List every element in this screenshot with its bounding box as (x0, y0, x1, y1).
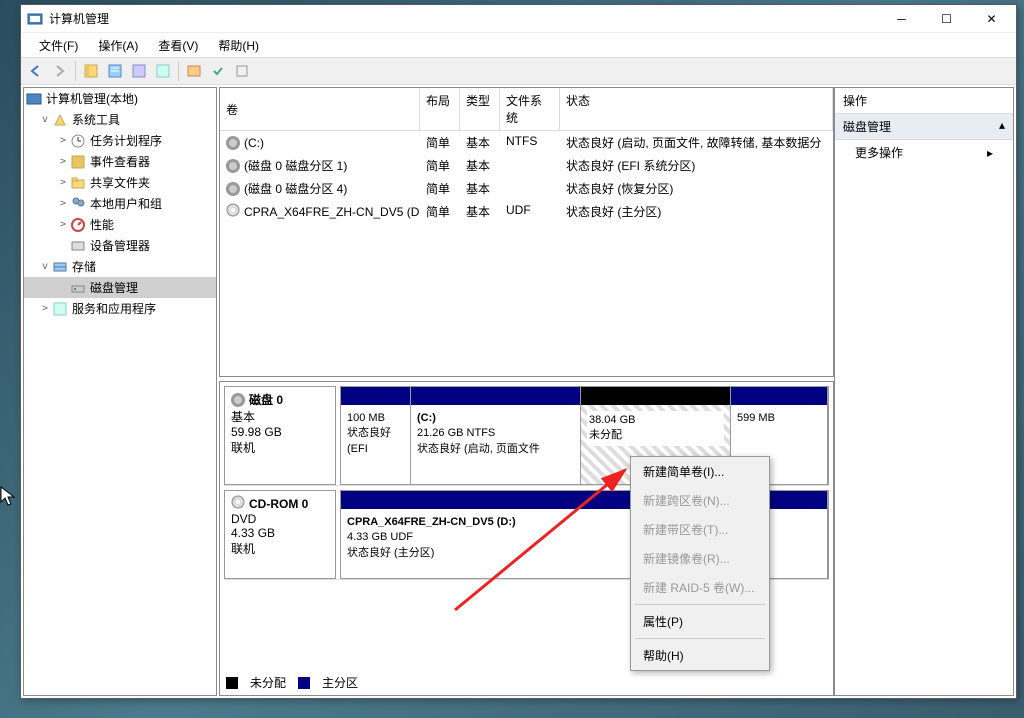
col-status[interactable]: 状态 (560, 88, 833, 130)
volume-row[interactable]: (磁盘 0 磁盘分区 4) 简单 基本 状态良好 (恢复分区) (220, 177, 833, 200)
menu-view[interactable]: 查看(V) (148, 35, 208, 56)
tree-label: 共享文件夹 (90, 174, 150, 191)
tree-task-scheduler[interactable]: > 任务计划程序 (24, 130, 216, 151)
legend-unalloc-icon (226, 677, 238, 689)
actions-more[interactable]: 更多操作 ▸ (835, 140, 1013, 165)
refresh-button[interactable] (128, 60, 150, 82)
toolbar (21, 57, 1016, 85)
tree-label: 本地用户和组 (90, 195, 162, 212)
settings-button[interactable] (231, 60, 253, 82)
cd-icon (231, 495, 245, 512)
close-button[interactable]: ✕ (969, 5, 1014, 33)
partition-efi[interactable]: 100 MB 状态良好 (EFI (341, 387, 411, 484)
disk-0-info[interactable]: 磁盘 0 基本 59.98 GB 联机 (224, 386, 336, 485)
maximize-button[interactable]: ☐ (924, 5, 969, 33)
tree-device-manager[interactable]: 设备管理器 (24, 235, 216, 256)
tree-label: 磁盘管理 (90, 279, 138, 296)
help-button[interactable] (183, 60, 205, 82)
context-menu: 新建简单卷(I)... 新建跨区卷(N)... 新建带区卷(T)... 新建镜像… (630, 456, 770, 671)
tree-label: 性能 (90, 216, 114, 233)
cdrom-info[interactable]: CD-ROM 0 DVD 4.33 GB 联机 (224, 490, 336, 579)
tree-label: 事件查看器 (90, 153, 150, 170)
cm-new-mirrored-volume: 新建镜像卷(R)... (631, 544, 769, 573)
tree-label: 系统工具 (72, 111, 120, 128)
app-icon (27, 11, 43, 27)
window-title: 计算机管理 (49, 10, 879, 27)
cm-properties[interactable]: 属性(P) (631, 607, 769, 636)
tree-label: 服务和应用程序 (72, 300, 156, 317)
cm-new-spanned-volume: 新建跨区卷(N)... (631, 486, 769, 515)
volume-row[interactable]: (C:) 简单 基本 NTFS 状态良好 (启动, 页面文件, 故障转储, 基本… (220, 131, 833, 154)
legend-primary-icon (298, 677, 310, 689)
volume-row[interactable]: (磁盘 0 磁盘分区 1) 简单 基本 状态良好 (EFI 系统分区) (220, 154, 833, 177)
cm-new-striped-volume: 新建带区卷(T)... (631, 515, 769, 544)
col-layout[interactable]: 布局 (420, 88, 460, 130)
tree-performance[interactable]: > 性能 (24, 214, 216, 235)
forward-button[interactable] (49, 60, 71, 82)
action-button[interactable] (207, 60, 229, 82)
cursor-icon (0, 486, 18, 508)
tree-root[interactable]: 计算机管理(本地) (24, 88, 216, 109)
cm-new-raid5-volume: 新建 RAID-5 卷(W)... (631, 573, 769, 602)
tree-services-apps[interactable]: > 服务和应用程序 (24, 298, 216, 319)
col-volume[interactable]: 卷 (220, 88, 420, 130)
collapse-icon: ▴ (999, 118, 1005, 135)
menu-help[interactable]: 帮助(H) (208, 35, 269, 56)
col-type[interactable]: 类型 (460, 88, 500, 130)
properties-button[interactable] (104, 60, 126, 82)
drive-icon (226, 159, 240, 173)
tree-label: 任务计划程序 (90, 132, 162, 149)
menu-file[interactable]: 文件(F) (29, 35, 88, 56)
chevron-right-icon: ▸ (987, 146, 993, 160)
actions-title: 操作 (835, 88, 1013, 114)
drive-icon (226, 136, 240, 150)
actions-subtitle[interactable]: 磁盘管理 ▴ (835, 114, 1013, 140)
legend: 未分配 主分区 (226, 674, 358, 691)
drive-icon (226, 182, 240, 196)
navigation-tree[interactable]: 计算机管理(本地) v 系统工具 > 任务计划程序 > 事件查看器 > 共享文件… (23, 87, 217, 696)
tree-local-users[interactable]: > 本地用户和组 (24, 193, 216, 214)
col-fs[interactable]: 文件系统 (500, 88, 560, 130)
menubar: 文件(F) 操作(A) 查看(V) 帮助(H) (21, 33, 1016, 57)
cm-new-simple-volume[interactable]: 新建简单卷(I)... (631, 457, 769, 486)
cd-icon (226, 203, 240, 220)
cm-help[interactable]: 帮助(H) (631, 641, 769, 670)
tree-disk-management[interactable]: 磁盘管理 (24, 277, 216, 298)
tree-label: 设备管理器 (90, 237, 150, 254)
volume-list[interactable]: 卷 布局 类型 文件系统 状态 (C:) 简单 基本 NTFS 状态良好 (启动… (219, 87, 834, 377)
view-button[interactable] (152, 60, 174, 82)
menu-action[interactable]: 操作(A) (88, 35, 148, 56)
tree-label: 计算机管理(本地) (46, 90, 138, 107)
disk-icon (231, 393, 245, 407)
computer-management-window: 计算机管理 ─ ☐ ✕ 文件(F) 操作(A) 查看(V) 帮助(H) 计算机管… (20, 4, 1017, 699)
tree-system-tools[interactable]: v 系统工具 (24, 109, 216, 130)
tree-shared-folders[interactable]: > 共享文件夹 (24, 172, 216, 193)
volume-list-header: 卷 布局 类型 文件系统 状态 (220, 88, 833, 131)
show-hide-tree-button[interactable] (80, 60, 102, 82)
tree-storage[interactable]: v 存储 (24, 256, 216, 277)
tree-label: 存储 (72, 258, 96, 275)
titlebar[interactable]: 计算机管理 ─ ☐ ✕ (21, 5, 1016, 33)
volume-row[interactable]: CPRA_X64FRE_ZH-CN_DV5 (D:) 简单 基本 UDF 状态良… (220, 200, 833, 223)
back-button[interactable] (25, 60, 47, 82)
partition-c[interactable]: (C:) 21.26 GB NTFS 状态良好 (启动, 页面文件 (411, 387, 581, 484)
actions-panel: 操作 磁盘管理 ▴ 更多操作 ▸ (834, 87, 1014, 696)
tree-event-viewer[interactable]: > 事件查看器 (24, 151, 216, 172)
minimize-button[interactable]: ─ (879, 5, 924, 33)
